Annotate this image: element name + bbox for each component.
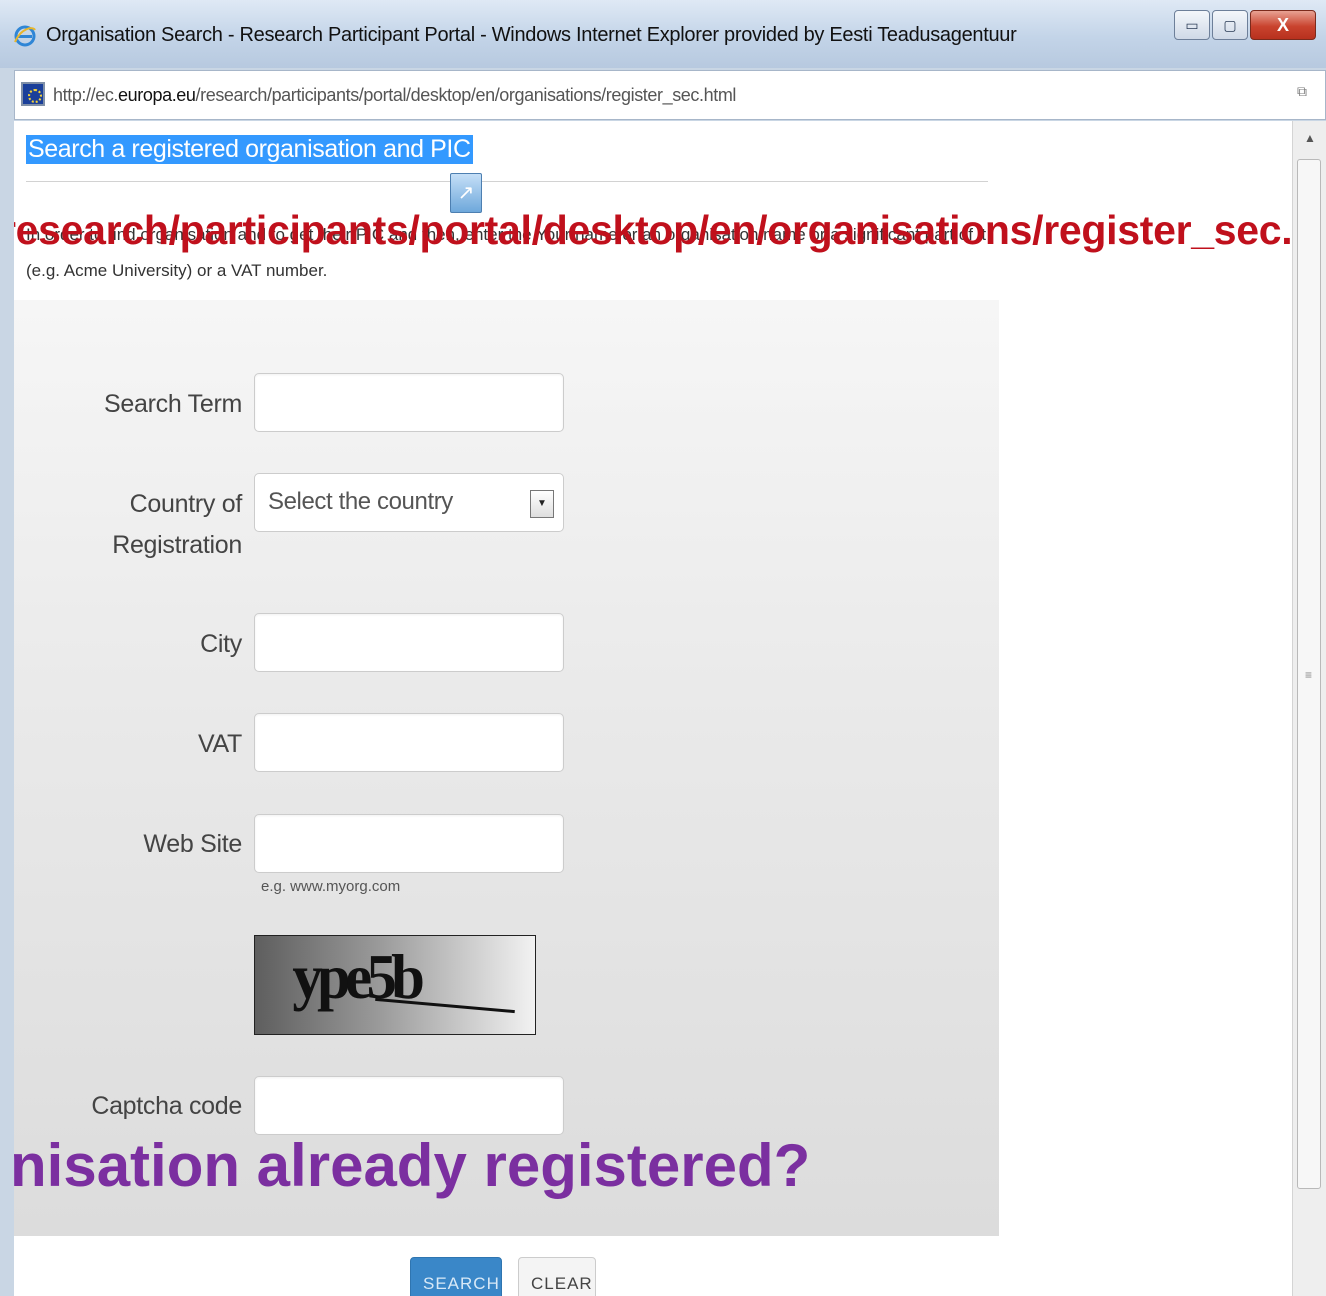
website-hint: e.g. www.myorg.com: [261, 878, 401, 895]
overlay-url-caption: research/participants/portal/desktop/en/…: [14, 207, 1292, 253]
scroll-grip-icon: ≡: [1305, 668, 1313, 682]
window-title: Organisation Search - Research Participa…: [46, 24, 1017, 46]
country-label: Country of Registration: [112, 490, 242, 559]
chevron-down-icon[interactable]: ▼: [530, 490, 554, 518]
captcha-label: Captcha code: [91, 1092, 242, 1120]
vat-input[interactable]: [254, 713, 564, 772]
scroll-up-arrow-icon[interactable]: ▲: [1293, 131, 1326, 151]
scroll-thumb[interactable]: ≡: [1297, 159, 1321, 1189]
website-label: Web Site: [143, 830, 242, 858]
website-input[interactable]: [254, 814, 564, 873]
vat-label: VAT: [197, 730, 242, 758]
captcha-image: ype5b: [254, 935, 536, 1035]
clear-button[interactable]: CLEAR: [518, 1257, 596, 1296]
url-domain: europa.eu: [118, 85, 196, 105]
compatibility-view-icon[interactable]: ⧉: [1297, 83, 1311, 107]
vertical-scrollbar[interactable]: ▲ ≡: [1292, 121, 1326, 1296]
search-button[interactable]: SEARCH: [410, 1257, 502, 1296]
url-prefix: http://ec.: [53, 85, 119, 105]
page-content: Search a registered organisation and PIC…: [14, 121, 1292, 1296]
captcha-input[interactable]: [254, 1076, 564, 1135]
search-form-panel: Search Term Country of Registration Sele…: [14, 300, 999, 1236]
browser-window: Organisation Search - Research Participa…: [0, 0, 1326, 1296]
title-bar: Organisation Search - Research Participa…: [0, 0, 1326, 68]
overlay-question-caption: nisation already registered?: [14, 1132, 811, 1199]
heading-divider: [26, 181, 988, 182]
url-path: /research/participants/portal/desktop/en…: [195, 85, 737, 105]
search-term-input[interactable]: [254, 373, 564, 432]
country-select[interactable]: Select the country ▼: [254, 473, 564, 532]
search-term-label: Search Term: [104, 390, 242, 418]
maximize-button[interactable]: ▢: [1212, 10, 1248, 40]
site-favicon-icon: [21, 82, 45, 106]
minimize-button[interactable]: ▭: [1174, 10, 1210, 40]
internet-explorer-icon: [14, 25, 36, 47]
city-label: City: [200, 630, 242, 658]
country-select-value: Select the country: [268, 488, 453, 515]
close-button[interactable]: X: [1250, 10, 1316, 40]
address-bar[interactable]: http://ec.europa.eu/research/participant…: [14, 70, 1326, 120]
page-title: Search a registered organisation and PIC: [26, 135, 473, 164]
city-input[interactable]: [254, 613, 564, 672]
address-url[interactable]: http://ec.europa.eu/research/participant…: [53, 85, 736, 106]
